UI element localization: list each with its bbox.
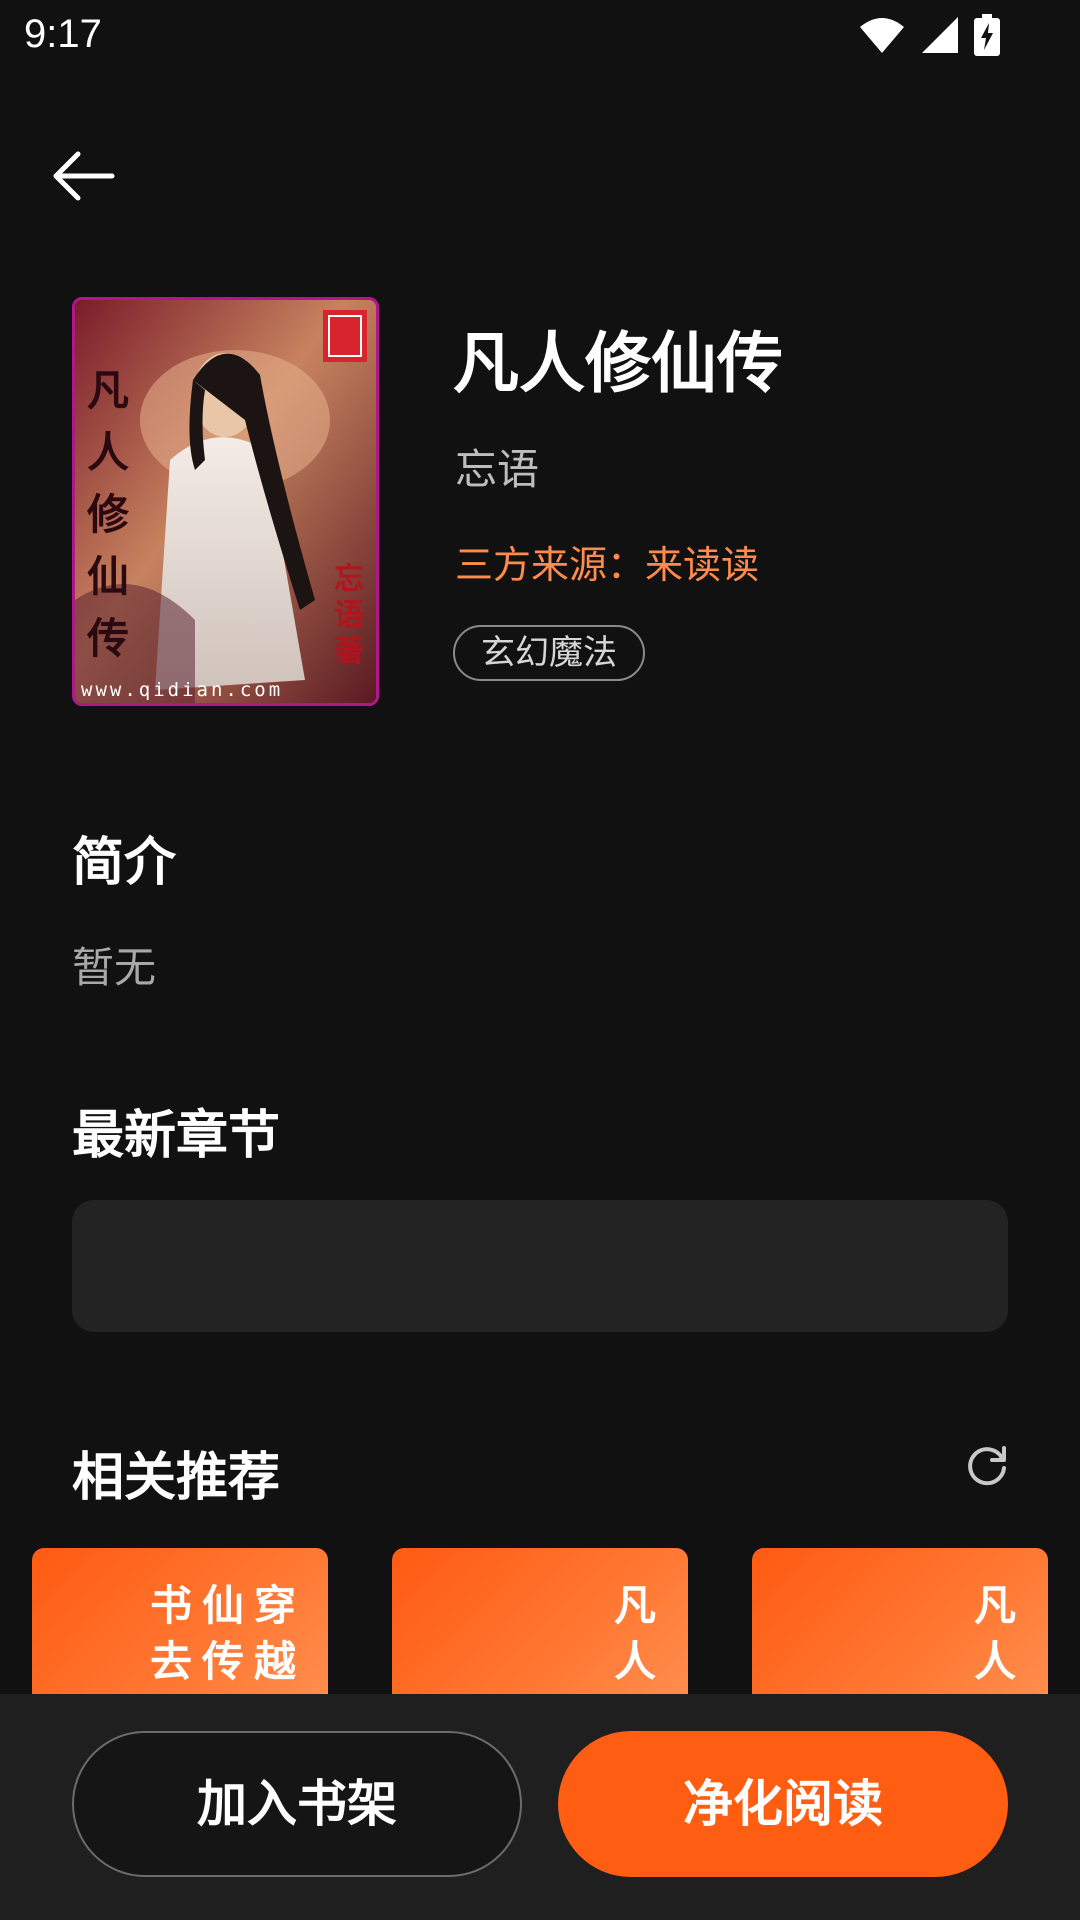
cover-author-mark: 忘语著 bbox=[334, 562, 364, 669]
status-bar: 9:17 bbox=[0, 0, 1080, 72]
book-cover: 凡人修仙传 忘语著 www.qidian.com bbox=[72, 297, 379, 706]
book-source: 三方来源：来读读 bbox=[455, 543, 760, 587]
refresh-button[interactable] bbox=[962, 1440, 1012, 1490]
pure-read-button[interactable]: 净化阅读 bbox=[558, 1731, 1008, 1877]
genre-tag[interactable]: 玄幻魔法 bbox=[453, 625, 645, 681]
back-button[interactable] bbox=[50, 148, 116, 204]
cover-vertical-title: 凡人修仙传 bbox=[87, 366, 130, 663]
recommend-section-title: 相关推荐 bbox=[72, 1448, 281, 1508]
latest-chapter-box[interactable] bbox=[72, 1200, 1008, 1332]
recommendation-title: 书仙穿 去传越 bbox=[149, 1581, 306, 1686]
back-arrow-icon bbox=[53, 151, 115, 201]
latest-chapter-title: 最新章节 bbox=[72, 1106, 281, 1166]
book-author: 忘语 bbox=[455, 445, 540, 494]
book-title: 凡人修仙传 bbox=[453, 325, 783, 402]
status-time: 9:17 bbox=[24, 12, 102, 56]
cellular-signal-icon bbox=[922, 17, 958, 53]
status-icons bbox=[858, 14, 1000, 56]
refresh-icon bbox=[968, 1446, 1006, 1486]
intro-section-title: 简介 bbox=[72, 833, 177, 893]
wifi-icon bbox=[860, 18, 904, 53]
intro-text: 暂无 bbox=[72, 943, 157, 992]
cover-site: www.qidian.com bbox=[81, 679, 284, 701]
add-to-bookshelf-button[interactable]: 加入书架 bbox=[72, 1731, 522, 1877]
battery-charging-icon bbox=[974, 14, 1000, 56]
recommendation-title: 凡 人 bbox=[973, 1581, 1026, 1686]
recommendation-title: 凡 人 bbox=[613, 1581, 666, 1686]
